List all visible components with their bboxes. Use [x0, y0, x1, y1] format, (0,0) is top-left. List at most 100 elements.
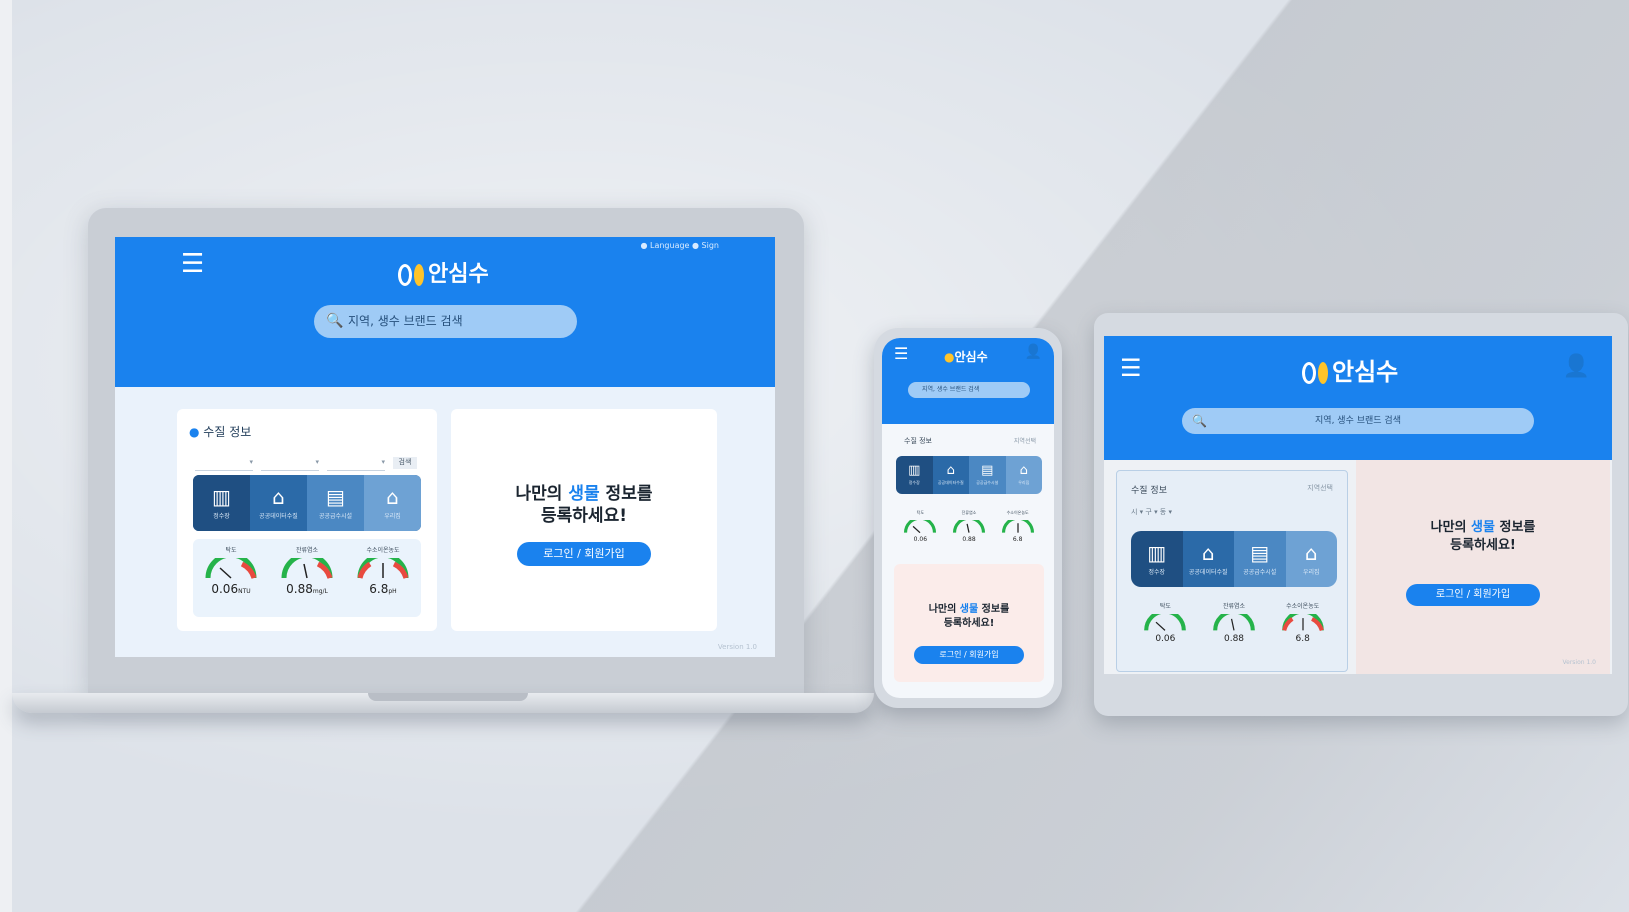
filter-icon: ▥	[212, 485, 231, 509]
building-icon: ▤	[326, 485, 345, 509]
dong-select[interactable]: ▾	[327, 458, 385, 471]
category-purification[interactable]: ▥ 정수장	[896, 456, 933, 494]
region-selects[interactable]: 시 ▾ 구 ▾ 동 ▾	[1131, 507, 1172, 517]
laptop-notch	[368, 693, 528, 701]
search-icon: 🔍	[326, 313, 344, 329]
login-button[interactable]: 로그인 / 회원가입	[914, 646, 1024, 664]
top-links[interactable]: ● Language ● Sign	[640, 241, 719, 250]
gauge-ph: 수소이온농도 6.8	[1268, 595, 1337, 659]
category-public-facility[interactable]: ▤ 공공급수시설	[307, 475, 364, 531]
city-select[interactable]: ▾	[195, 458, 253, 471]
building-icon: ▤	[981, 463, 994, 478]
promo-line-2: 등록하세요!	[943, 618, 995, 629]
select-search-button[interactable]: 검색	[393, 457, 417, 469]
promo-line-2: 등록하세요!	[541, 506, 627, 526]
version-label: Version 1.0	[717, 643, 757, 651]
logo[interactable]: 안심수	[1302, 352, 1398, 387]
header: ☰ 안심수 👤 🔍 지역, 생수 브랜드 검색	[1104, 336, 1612, 460]
gauge-chlorine: 잔류염소 0.88mg/L	[269, 539, 345, 617]
category-my-home[interactable]: ⌂ 우리집	[1285, 531, 1337, 587]
category-public-data[interactable]: ⌂ 공공데이터수질	[250, 475, 307, 531]
gauge-arc	[357, 558, 409, 579]
category-purification[interactable]: ▥ 정수장	[193, 475, 250, 531]
promo-card: 나만의 생물 정보를 등록하세요! 로그인 / 회원가입	[451, 409, 717, 631]
promo-card: 나만의 생물 정보를 등록하세요! 로그인 / 회원가입	[894, 564, 1044, 682]
home-icon: ⌂	[1019, 463, 1028, 478]
gauge-ph: 수소이온농도 6.8	[993, 504, 1042, 552]
logo[interactable]: 안심수	[398, 256, 489, 288]
water-info-card: 수질 정보 지역선택 시 ▾ 구 ▾ 동 ▾ ▥ 정수장 ⌂ 공공데이터수질 ▤ 공공…	[1116, 470, 1348, 672]
search-icon: 🔍	[1192, 414, 1207, 428]
user-icon[interactable]: 👤	[1563, 354, 1590, 379]
laptop-screen: ☰ 안심수 ● Language ● Sign 🔍 지역, 생수 브랜드 검색 …	[115, 237, 775, 657]
gauge-turbidity: 탁도 0.06NTU	[193, 539, 269, 617]
category-bar: ▥ 정수장 ⌂ 공공데이터수질 ▤ 공공급수시설 ⌂ 우리집	[1131, 531, 1337, 587]
promo-line-2: 등록하세요!	[1450, 538, 1516, 553]
gauge-arc	[1144, 614, 1187, 631]
category-public-facility[interactable]: ▤ 공공급수시설	[1234, 531, 1286, 587]
water-info-title: ● 수질 정보	[189, 425, 252, 439]
gauge-ph: 수소이온농도 6.8pH	[345, 539, 421, 617]
background-edge	[0, 0, 12, 912]
water-info-title: 수질 정보	[1131, 486, 1167, 496]
category-bar: ▥ 정수장 ⌂ 공공데이터수질 ▤ 공공급수시설 ⌂ 우리집	[193, 475, 421, 531]
gauge-panel: 탁도 0.06 잔류염소 0.88 수소이온농도 6.8	[1131, 595, 1337, 659]
water-info-title: 수질 정보	[904, 437, 932, 445]
gauge-chlorine: 잔류염소 0.88	[1200, 595, 1269, 659]
search-placeholder: 지역, 생수 브랜드 검색	[348, 314, 463, 328]
district-select[interactable]: ▾	[261, 458, 319, 471]
category-bar: ▥ 정수장 ⌂ 공공데이터수질 ▤ 공공급수시설 ⌂ 우리집	[896, 456, 1042, 494]
hamburger-icon[interactable]: ☰	[181, 251, 204, 277]
tablet-screen: ☰ 안심수 👤 🔍 지역, 생수 브랜드 검색 수질 정보 지역선택 시 ▾ 구…	[1104, 336, 1612, 674]
promo-line-1: 나만의 생물 정보를	[1430, 520, 1536, 535]
hamburger-icon[interactable]: ☰	[1120, 354, 1142, 382]
category-public-data[interactable]: ⌂ 공공데이터수질	[1182, 531, 1234, 587]
category-my-home[interactable]: ⌂ 우리집	[364, 475, 421, 531]
logo-ring-icon	[398, 264, 412, 286]
region-selects: ▾ ▾ ▾ 검색	[195, 449, 417, 471]
home-icon: ⌂	[1304, 541, 1318, 565]
category-public-facility[interactable]: ▤ 공공급수시설	[969, 456, 1006, 494]
logo-drop-icon	[414, 264, 424, 286]
gauge-arc	[1213, 614, 1255, 631]
category-public-data[interactable]: ⌂ 공공데이터수질	[932, 456, 969, 494]
category-my-home[interactable]: ⌂ 우리집	[1005, 456, 1042, 494]
gauge-panel: 탁도 0.06NTU 잔류염소 0.88mg/L 수소이온농도 6.8pH	[193, 539, 421, 617]
home-icon: ⌂	[386, 485, 399, 509]
user-icon[interactable]: 👤	[1025, 344, 1042, 360]
building-icon: ▤	[1250, 541, 1270, 565]
house-icon: ⌂	[272, 485, 285, 509]
version-label: Version 1.0	[1562, 659, 1596, 666]
gauge-panel: 탁도 0.06 잔류염소 0.88 수소이온농도 6.8	[896, 504, 1042, 552]
gauge-arc	[205, 558, 257, 579]
region-select-link[interactable]: 지역선택	[1307, 483, 1333, 493]
gauge-arc	[904, 520, 937, 534]
gauge-arc	[281, 558, 333, 579]
gauge-arc	[952, 520, 986, 533]
category-purification[interactable]: ▥ 정수장	[1131, 531, 1183, 587]
logo-drop-icon	[1318, 362, 1328, 384]
region-select-link[interactable]: 지역선택	[1014, 436, 1036, 445]
hamburger-icon[interactable]: ☰	[894, 344, 908, 363]
search-input[interactable]: 지역, 생수 브랜드 검색	[908, 382, 1030, 398]
house-icon: ⌂	[1201, 541, 1215, 565]
gauge-chlorine: 잔류염소 0.88	[945, 504, 994, 552]
search-input[interactable]: 🔍 지역, 생수 브랜드 검색	[1182, 408, 1534, 434]
filter-icon: ▥	[1147, 541, 1167, 565]
promo-line-1: 나만의 생물 정보를	[928, 604, 1010, 615]
phone-screen: ☰ ●안심수 👤 지역, 생수 브랜드 검색 수질 정보 지역선택 ▥ 정수장 ⌂…	[882, 338, 1054, 698]
header: ☰ ●안심수 👤 지역, 생수 브랜드 검색	[882, 338, 1054, 424]
gauge-turbidity: 탁도 0.06	[1131, 595, 1200, 659]
logo-drop-icon: ●	[944, 350, 955, 364]
login-button[interactable]: 로그인 / 회원가입	[517, 542, 651, 566]
gauge-arc	[1001, 520, 1034, 533]
house-icon: ⌂	[946, 463, 955, 478]
brand-name: 안심수	[428, 262, 489, 287]
search-input[interactable]: 🔍 지역, 생수 브랜드 검색	[314, 305, 577, 338]
water-info-card: ● 수질 정보 ▾ ▾ ▾ 검색 ▥ 정수장 ⌂ 공공데이터수질 ▤ 공공급수시설 ⌂ 우리집…	[177, 409, 437, 631]
login-button[interactable]: 로그인 / 회원가입	[1406, 584, 1540, 606]
logo[interactable]: ●안심수	[944, 348, 988, 365]
gauge-arc	[1281, 614, 1324, 632]
header: ☰ 안심수 ● Language ● Sign 🔍 지역, 생수 브랜드 검색	[115, 237, 775, 387]
logo-ring-icon	[1302, 362, 1316, 384]
